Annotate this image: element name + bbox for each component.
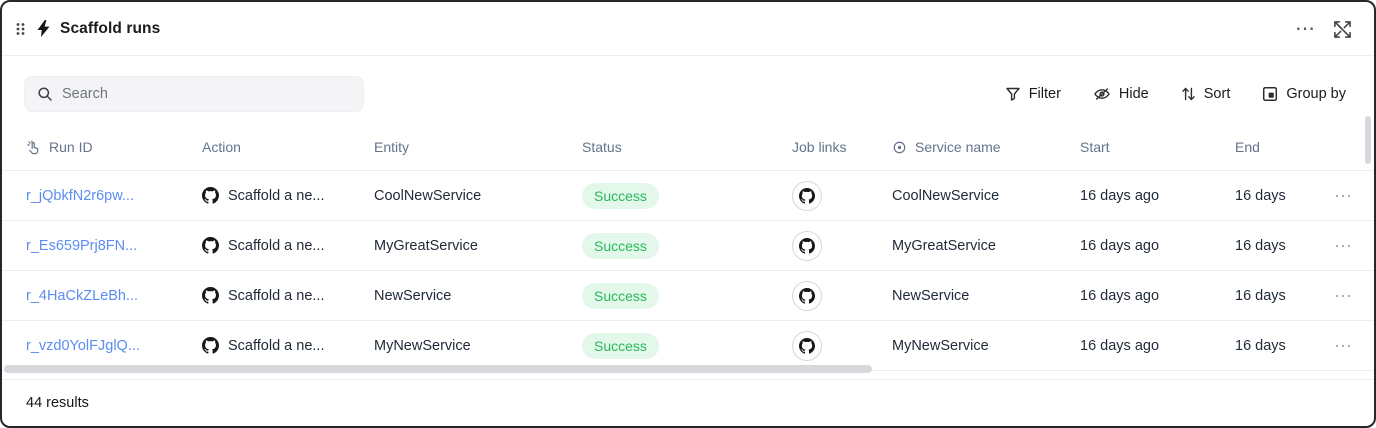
expand-icon[interactable] — [1325, 16, 1356, 41]
table-row: r_jQbkfN2r6pw... Scaffold a ne... CoolNe… — [2, 171, 1374, 221]
row-menu-icon[interactable]: ⋯ — [1328, 235, 1358, 257]
start-time: 16 days ago — [1080, 188, 1235, 204]
action-name: Scaffold a ne... — [228, 338, 324, 354]
action-name: Scaffold a ne... — [228, 238, 324, 254]
table-header-row: Run ID Action Entity Status Job links Se… — [2, 124, 1374, 171]
column-header-start[interactable]: Start — [1080, 139, 1235, 155]
job-link-github-button[interactable] — [792, 281, 822, 311]
table-row: r_Es659Prj8FN... Scaffold a ne... MyGrea… — [2, 221, 1374, 271]
table-row: r_4HaCkZLeBh... Scaffold a ne... NewServ… — [2, 271, 1374, 321]
service-name: NewService — [892, 288, 1080, 304]
service-name: MyGreatService — [892, 238, 1080, 254]
github-icon — [202, 237, 219, 254]
group-by-button[interactable]: Group by — [1262, 86, 1346, 102]
end-time: 16 days — [1235, 288, 1312, 304]
github-icon — [799, 338, 815, 354]
job-link-github-button[interactable] — [792, 231, 822, 261]
widget-footer: 44 results — [2, 379, 1374, 426]
start-time: 16 days ago — [1080, 288, 1235, 304]
start-time: 16 days ago — [1080, 338, 1235, 354]
hide-button[interactable]: Hide — [1093, 86, 1149, 102]
run-id-link[interactable]: r_4HaCkZLeBh... — [26, 288, 138, 304]
end-time: 16 days — [1235, 338, 1312, 354]
column-header-service-name[interactable]: Service name — [892, 139, 1080, 155]
horizontal-scrollbar[interactable] — [4, 365, 872, 373]
status-badge: Success — [582, 283, 659, 309]
table-toolbar: Filter Hide — [24, 76, 1350, 112]
search-icon — [37, 86, 53, 102]
row-menu-icon[interactable]: ⋯ — [1328, 335, 1358, 357]
entity-name: MyNewService — [374, 338, 582, 354]
status-badge: Success — [582, 333, 659, 359]
column-header-job-links[interactable]: Job links — [792, 139, 892, 155]
sort-button[interactable]: Sort — [1181, 86, 1231, 102]
toolbar-actions: Filter Hide — [1005, 86, 1350, 102]
job-link-github-button[interactable] — [792, 181, 822, 211]
column-header-action[interactable]: Action — [202, 139, 374, 155]
column-header-status[interactable]: Status — [582, 139, 792, 155]
github-icon — [799, 288, 815, 304]
results-count: 44 results — [26, 395, 89, 411]
eye-off-icon — [1093, 86, 1111, 102]
end-time: 16 days — [1235, 188, 1312, 204]
run-id-link[interactable]: r_jQbkfN2r6pw... — [26, 188, 134, 204]
entity-name: MyGreatService — [374, 238, 582, 254]
filter-icon — [1005, 86, 1021, 102]
widget-title: Scaffold runs — [60, 20, 160, 38]
job-link-github-button[interactable] — [792, 331, 822, 361]
table-row: r_vzd0YolFJglQ... Scaffold a ne... MyNew… — [2, 321, 1374, 371]
drag-handle-icon[interactable] — [14, 21, 26, 37]
column-header-end[interactable]: End — [1235, 139, 1312, 155]
action-name: Scaffold a ne... — [228, 188, 324, 204]
service-name: MyNewService — [892, 338, 1080, 354]
github-icon — [799, 188, 815, 204]
row-menu-icon[interactable]: ⋯ — [1328, 185, 1358, 207]
vertical-scrollbar[interactable] — [1365, 116, 1371, 164]
scaffold-runs-widget: Scaffold runs ⋯ — [0, 0, 1376, 428]
tap-icon — [26, 140, 41, 155]
run-id-link[interactable]: r_vzd0YolFJglQ... — [26, 338, 140, 354]
github-icon — [202, 337, 219, 354]
start-time: 16 days ago — [1080, 238, 1235, 254]
status-badge: Success — [582, 183, 659, 209]
service-name: CoolNewService — [892, 188, 1080, 204]
search-input[interactable] — [62, 86, 351, 102]
github-icon — [202, 287, 219, 304]
end-time: 16 days — [1235, 238, 1312, 254]
status-badge: Success — [582, 233, 659, 259]
column-header-entity[interactable]: Entity — [374, 139, 582, 155]
group-by-icon — [1262, 86, 1278, 102]
entity-name: CoolNewService — [374, 188, 582, 204]
sort-arrows-icon — [1181, 86, 1196, 102]
row-menu-icon[interactable]: ⋯ — [1328, 285, 1358, 307]
widget-content: Filter Hide — [2, 56, 1374, 379]
widget-more-icon[interactable]: ⋯ — [1285, 15, 1325, 43]
widget-header: Scaffold runs ⋯ — [2, 2, 1374, 56]
github-icon — [202, 187, 219, 204]
run-id-link[interactable]: r_Es659Prj8FN... — [26, 238, 137, 254]
filter-button[interactable]: Filter — [1005, 86, 1061, 102]
column-header-run-id[interactable]: Run ID — [26, 139, 202, 155]
entity-name: NewService — [374, 288, 582, 304]
search-box[interactable] — [24, 76, 364, 112]
github-icon — [799, 238, 815, 254]
lightning-icon — [34, 20, 52, 38]
action-name: Scaffold a ne... — [228, 288, 324, 304]
target-icon — [892, 140, 907, 155]
